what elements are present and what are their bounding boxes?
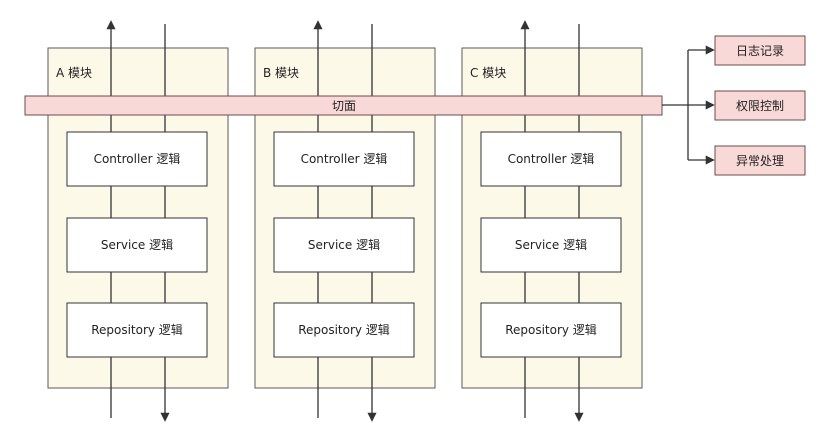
module-b-service-label: Service 逻辑 [308, 238, 380, 252]
module-b-repository-label: Repository 逻辑 [298, 323, 390, 337]
concern-logging-label: 日志记录 [736, 44, 784, 58]
module-a-title: A 模块 [56, 66, 92, 80]
module-b: B 模块 Controller 逻辑 Service 逻辑 Repository… [254, 20, 436, 422]
module-c: C 模块 Controller 逻辑 Service 逻辑 Repository… [461, 20, 643, 422]
module-a-repository-label: Repository 逻辑 [91, 323, 183, 337]
module-c-controller-label: Controller 逻辑 [508, 152, 595, 166]
concern-exception-label: 异常处理 [736, 154, 784, 168]
module-a: A 模块 Controller 逻辑 Service 逻辑 Repository… [47, 20, 229, 422]
module-c-repository-label: Repository 逻辑 [505, 323, 597, 337]
module-c-title: C 模块 [470, 66, 506, 80]
aspect-label: 切面 [332, 99, 356, 113]
aop-diagram: A 模块 Controller 逻辑 Service 逻辑 Repository… [24, 20, 806, 422]
concern-connectors [662, 45, 715, 165]
module-c-service-label: Service 逻辑 [515, 238, 587, 252]
concern-auth-label: 权限控制 [736, 99, 784, 113]
module-a-service-label: Service 逻辑 [101, 238, 173, 252]
module-a-controller-label: Controller 逻辑 [94, 152, 181, 166]
module-b-controller-label: Controller 逻辑 [301, 152, 388, 166]
module-b-title: B 模块 [263, 66, 299, 80]
